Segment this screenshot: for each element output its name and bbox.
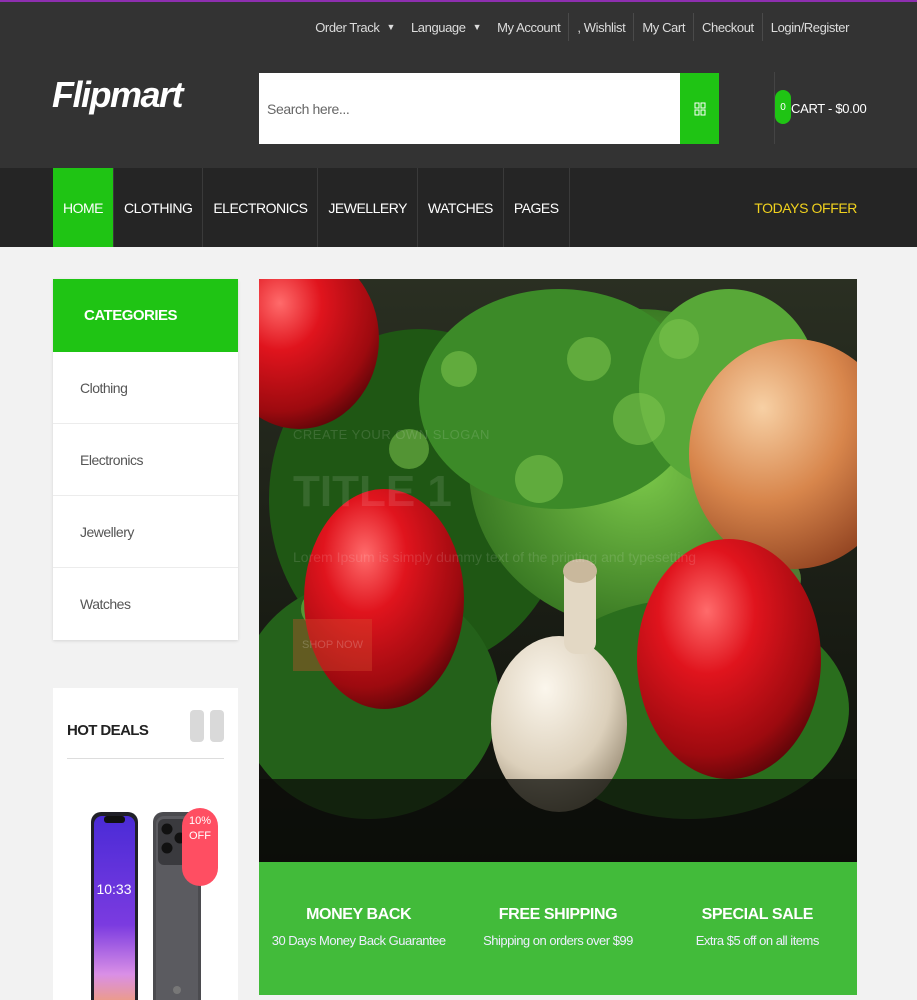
my-account-link[interactable]: My Account	[489, 13, 568, 41]
categories-title: CATEGORIES	[53, 279, 238, 352]
login-register-link[interactable]: Login/Register	[761, 13, 857, 41]
info-boxes: MONEY BACK 30 Days Money Back Guarantee …	[259, 862, 857, 995]
hot-deals-title: HOT DEALS	[67, 722, 149, 739]
my-cart-link[interactable]: My Cart	[633, 13, 693, 41]
cart-summary[interactable]: 0 CART - $0.00	[774, 72, 867, 144]
site-header: Order Track ▼ Language ▼ My Account , Wi…	[0, 2, 917, 168]
hot-deals-panel: HOT DEALS 10:33 10% OFF	[53, 688, 238, 1000]
search-button[interactable]	[680, 73, 719, 144]
language-label: Language	[410, 19, 466, 35]
category-item-electronics[interactable]: Electronics	[53, 424, 238, 496]
carousel-prev-button[interactable]	[190, 710, 204, 742]
search-input[interactable]	[259, 73, 680, 144]
info-title: FREE SHIPPING	[498, 906, 618, 923]
language-dropdown[interactable]: Language ▼	[403, 13, 489, 41]
checkout-link[interactable]: Checkout	[693, 13, 762, 41]
info-desc: Extra $5 off on all items	[695, 933, 820, 948]
hero-vegetables-image	[259, 279, 857, 862]
nav-electronics[interactable]: ELECTRONICS	[203, 168, 319, 247]
hero-slider[interactable]: CREATE YOUR OWN SLOGAN TITLE 1 Lorem Ips…	[259, 279, 857, 862]
wishlist-link[interactable]: , Wishlist	[568, 13, 633, 41]
chevron-down-icon: ▼	[472, 22, 482, 32]
categories-panel: CATEGORIES Clothing Electronics Jeweller…	[53, 279, 238, 640]
nav-pages[interactable]: PAGES	[504, 168, 570, 247]
info-title: SPECIAL SALE	[701, 906, 814, 923]
category-item-watches[interactable]: Watches	[53, 568, 238, 640]
top-links: Order Track ▼ Language ▼ My Account , Wi…	[307, 2, 857, 52]
info-title: MONEY BACK	[306, 906, 412, 923]
nav-clothing[interactable]: CLOTHING	[114, 168, 204, 247]
category-item-clothing[interactable]: Clothing	[53, 352, 238, 424]
slide-description: Lorem Ipsum is simply dummy text of the …	[293, 549, 697, 565]
category-item-jewellery[interactable]: Jewellery	[53, 496, 238, 568]
hot-deals-divider	[67, 758, 224, 759]
carousel-next-button[interactable]	[210, 710, 224, 742]
phone-clock: 10:33	[96, 881, 131, 897]
discount-badge: 10% OFF	[182, 808, 218, 886]
chevron-down-icon: ▼	[386, 22, 395, 32]
main-nav: HOME CLOTHING ELECTRONICS JEWELLERY WATC…	[0, 168, 917, 247]
grid-icon	[694, 102, 705, 115]
slide-shop-now-button[interactable]: SHOP NOW	[293, 619, 372, 671]
search-bar	[259, 73, 719, 144]
nav-watches[interactable]: WATCHES	[418, 168, 504, 247]
nav-home[interactable]: HOME	[53, 168, 114, 247]
info-special-sale: SPECIAL SALE Extra $5 off on all items	[658, 862, 857, 995]
nav-jewellery[interactable]: JEWELLERY	[318, 168, 418, 247]
cart-total-label: CART - $0.00	[791, 100, 867, 116]
slide-slogan: CREATE YOUR OWN SLOGAN	[293, 427, 490, 442]
cart-count-badge: 0	[775, 90, 791, 124]
info-desc: 30 Days Money Back Guarantee	[271, 933, 446, 948]
site-logo[interactable]: Flipmart	[52, 74, 184, 116]
info-money-back: MONEY BACK 30 Days Money Back Guarantee	[259, 862, 458, 995]
info-desc: Shipping on orders over $99	[483, 933, 633, 948]
slide-title: TITLE 1	[293, 467, 452, 516]
todays-offer-link[interactable]: TODAYS OFFER	[754, 168, 857, 247]
order-track-dropdown[interactable]: Order Track ▼	[307, 13, 403, 41]
info-free-shipping: FREE SHIPPING Shipping on orders over $9…	[458, 862, 657, 995]
order-track-label: Order Track	[315, 19, 380, 35]
